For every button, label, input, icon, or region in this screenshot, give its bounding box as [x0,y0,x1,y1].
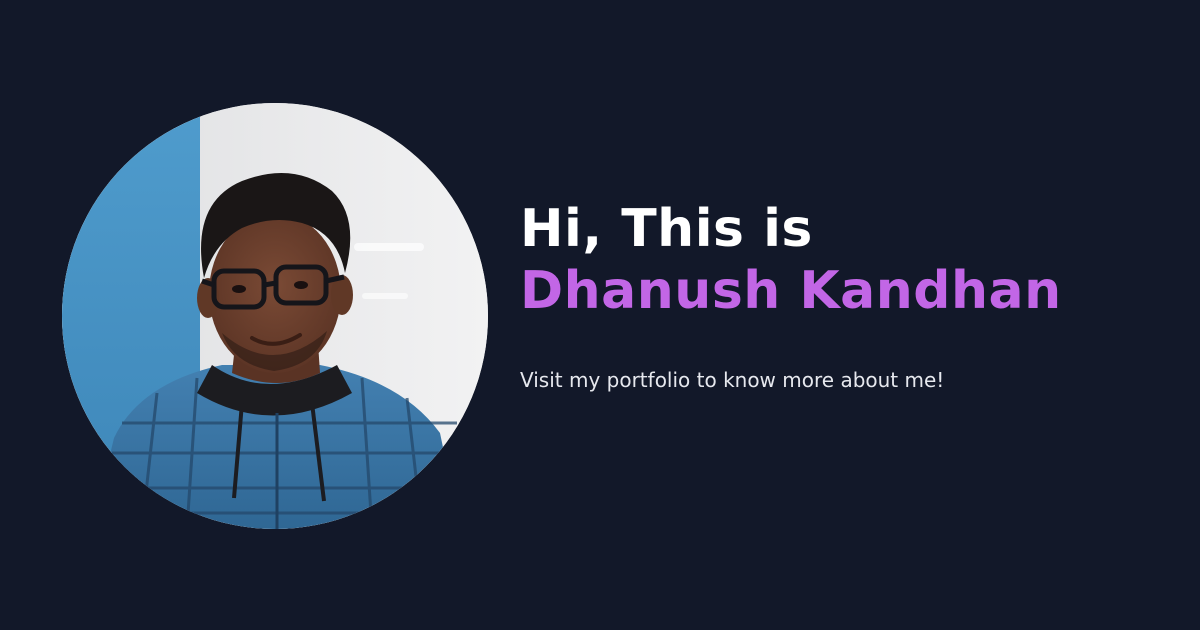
profile-photo [62,103,488,529]
name-heading: Dhanush Kandhan [520,261,1062,321]
greeting-heading: Hi, This is [520,199,813,259]
profile-photo-illustration [62,103,488,529]
og-card: Hi, This is Dhanush Kandhan Visit my por… [0,0,1200,630]
hero-text: Hi, This is Dhanush Kandhan Visit my por… [520,198,1160,393]
tagline-text: Visit my portfolio to know more about me… [520,368,945,392]
